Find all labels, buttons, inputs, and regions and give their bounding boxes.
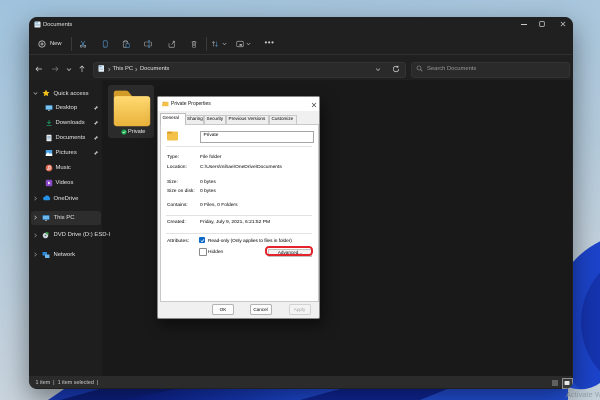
svg-text:Activate Windows: Activate Windows: [566, 390, 600, 399]
